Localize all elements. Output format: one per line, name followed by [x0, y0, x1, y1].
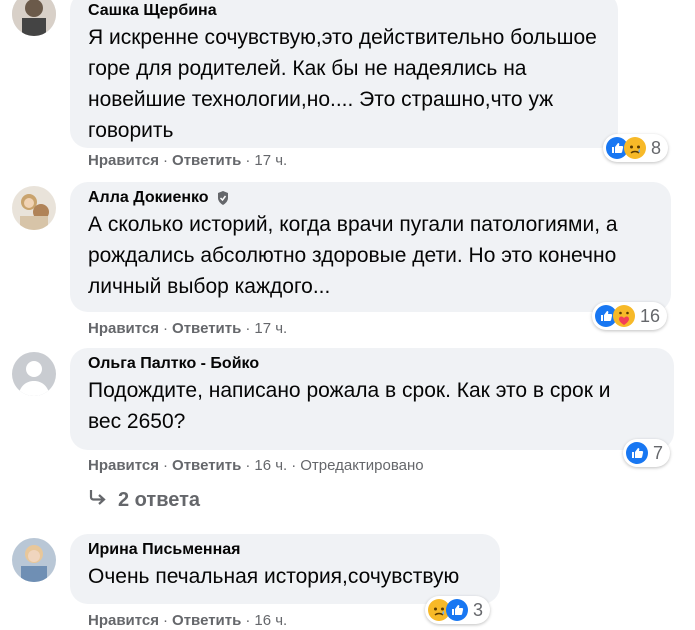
- comment-text: Очень печальная история,сочувствую: [88, 565, 460, 588]
- comment-bubble: Ольга Палтко - Бойко Подождите, написано…: [70, 348, 674, 450]
- reactions-summary[interactable]: 3: [425, 596, 491, 624]
- edited-label: Отредактировано: [300, 457, 424, 474]
- reactions-summary[interactable]: 7: [623, 439, 671, 467]
- comment-author[interactable]: Ирина Письменная: [88, 539, 482, 561]
- like-button[interactable]: Нравится: [88, 152, 159, 169]
- reaction-count: 16: [640, 305, 661, 326]
- default-avatar-icon[interactable]: [12, 352, 56, 396]
- comment-bubble: Сашка Щербина Я искренне сочувствую,это …: [70, 0, 618, 148]
- reply-button[interactable]: Ответить: [172, 320, 241, 337]
- comment-text: Я искренне сочувствую,это действительно …: [88, 26, 597, 142]
- reaction-count: 3: [473, 599, 484, 620]
- reactions-summary[interactable]: 8: [603, 134, 669, 162]
- like-button[interactable]: Нравится: [88, 320, 159, 337]
- comment-author[interactable]: Ольга Палтко - Бойко: [88, 353, 656, 375]
- avatar[interactable]: [12, 186, 56, 230]
- reply-button[interactable]: Ответить: [172, 457, 241, 474]
- sad-icon: [624, 137, 646, 159]
- comment-text: А сколько историй, когда врачи пугали па…: [88, 213, 618, 298]
- view-replies-link[interactable]: 2 ответа: [88, 488, 200, 512]
- like-icon: [626, 442, 648, 464]
- avatar[interactable]: [12, 538, 56, 582]
- comment-time[interactable]: 16 ч.: [254, 612, 287, 629]
- reactions-summary[interactable]: 16: [592, 302, 668, 330]
- care-icon: [613, 305, 635, 327]
- reply-arrow-icon: [88, 488, 108, 512]
- like-button[interactable]: Нравится: [88, 612, 159, 629]
- comment-actions: Нравится · Ответить · 16 ч.: [88, 612, 288, 629]
- like-icon: [446, 599, 468, 621]
- comment-time[interactable]: 16 ч.: [254, 457, 287, 474]
- comment-actions: Нравится · Ответить · 17 ч.: [88, 152, 288, 169]
- comment-author[interactable]: Сашка Щербина: [88, 0, 600, 22]
- reply-button[interactable]: Ответить: [172, 152, 241, 169]
- comment-time[interactable]: 17 ч.: [254, 320, 287, 337]
- verified-badge-icon: [215, 190, 231, 206]
- comment-author[interactable]: Алла Докиенко: [88, 187, 653, 209]
- like-button[interactable]: Нравится: [88, 457, 159, 474]
- comment-actions: Нравится · Ответить · 17 ч.: [88, 320, 288, 337]
- comment-bubble: Алла Докиенко А сколько историй, когда в…: [70, 182, 671, 312]
- comment-actions: Нравится · Ответить · 16 ч. · Отредактировано: [88, 457, 424, 474]
- comment-time[interactable]: 17 ч.: [254, 152, 287, 169]
- replies-count-label: 2 ответа: [118, 488, 201, 511]
- reaction-count: 8: [651, 137, 662, 158]
- reply-button[interactable]: Ответить: [172, 612, 241, 629]
- comment-text: Подождите, написано рожала в срок. Как э…: [88, 379, 611, 433]
- comment-bubble: Ирина Письменная Очень печальная история…: [70, 534, 500, 604]
- avatar[interactable]: [12, 0, 56, 36]
- reaction-count: 7: [653, 442, 664, 463]
